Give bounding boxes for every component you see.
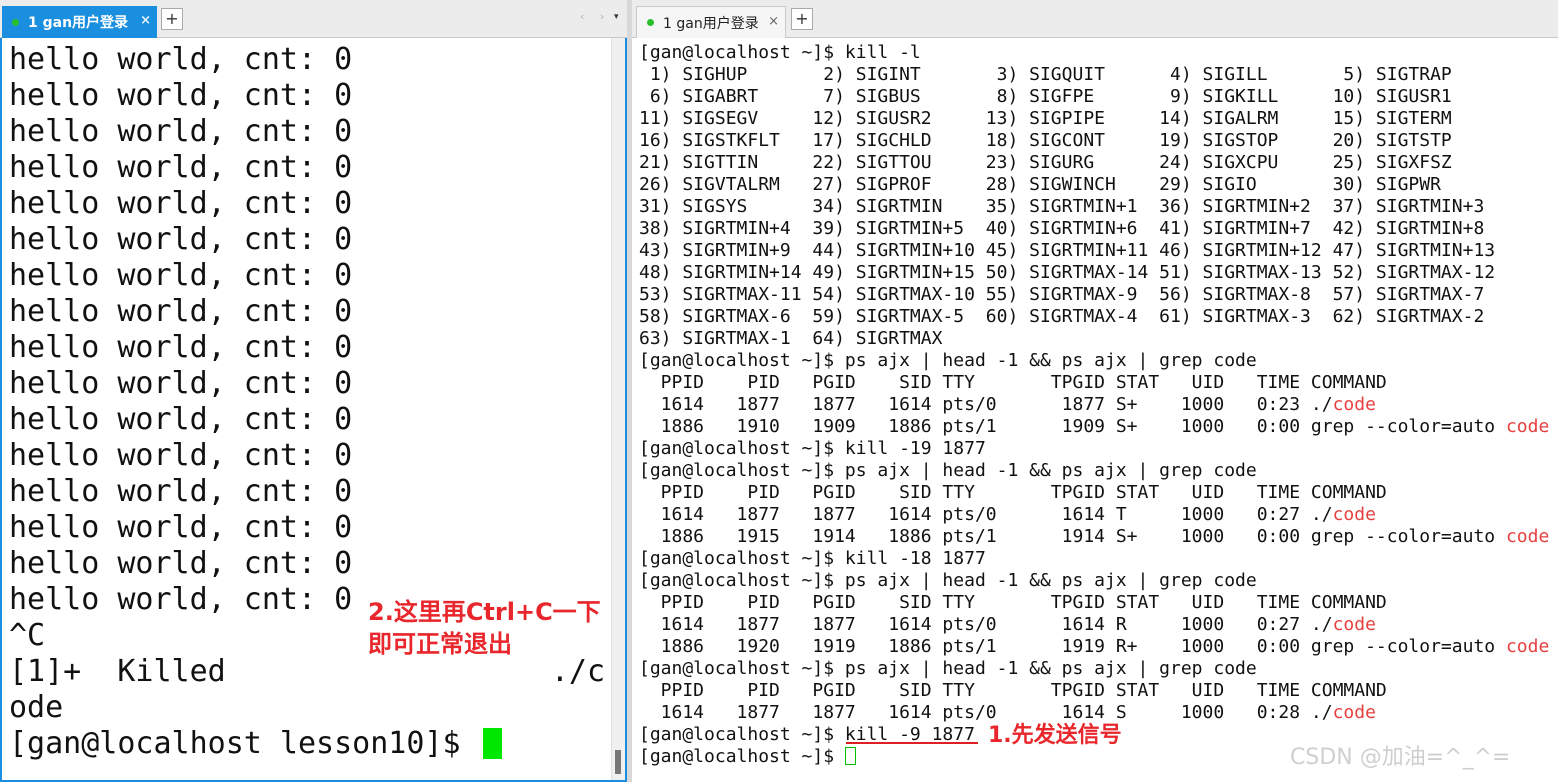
annotation-line: 2.这里再Ctrl+C一下 <box>368 598 601 626</box>
terminal-line: [gan@localhost ~]$ ps ajx | head -1 && p… <box>639 460 1257 481</box>
terminal-line: 1886 1915 1914 1886 pts/1 1914 S+ 1000 0… <box>639 526 1550 548</box>
terminal-line: 1614 1877 1877 1614 pts/0 1614 R 1000 0:… <box>639 614 1549 636</box>
match-highlight: code <box>1332 504 1376 525</box>
terminal-line: 26) SIGVTALRM 27) SIGPROF 28) SIGWINCH 2… <box>639 174 1441 195</box>
terminal-line: hello world, cnt: 0 <box>9 294 353 329</box>
terminal-line: hello world, cnt: 0 <box>9 330 353 365</box>
terminal-line: 63) SIGRTMAX-1 64) SIGRTMAX <box>639 328 943 349</box>
annotation-send-signal: 1.先发送信号 <box>988 723 1122 748</box>
terminal-line: 1614 1877 1877 1614 pts/0 1877 S+ 1000 0… <box>639 394 1549 416</box>
match-highlight: code <box>1332 614 1376 635</box>
terminal-line: hello world, cnt: 0 <box>9 42 353 77</box>
left-tabbar: 1 gan用户登录 × + ‹ › ▾ <box>0 0 627 38</box>
terminal-line: 16) SIGSTKFLT 17) SIGCHLD 18) SIGCONT 19… <box>639 130 1452 151</box>
connected-status-icon <box>12 18 19 26</box>
terminal-line: 48) SIGRTMIN+14 49) SIGRTMIN+15 50) SIGR… <box>639 262 1496 283</box>
terminal-line: [gan@localhost ~]$ kill -18 1877 <box>639 548 986 569</box>
terminal-line: hello world, cnt: 0 <box>9 510 353 545</box>
close-tab-icon[interactable]: × <box>768 14 779 29</box>
terminal-line: hello world, cnt: 0 <box>9 78 353 113</box>
left-terminal[interactable]: hello world, cnt: 0 hello world, cnt: 0 he… <box>0 38 627 782</box>
tab-label: 1 gan用户登录 <box>663 15 759 32</box>
terminal-line: 1) SIGHUP 2) SIGINT 3) SIGQUIT 4) SIGILL… <box>639 64 1452 85</box>
terminal-line: 21) SIGTTIN 22) SIGTTOU 23) SIGURG 24) S… <box>639 152 1452 173</box>
terminal-line: 58) SIGRTMAX-6 59) SIGRTMAX-5 60) SIGRTM… <box>639 306 1485 327</box>
line-text: 1614 1877 1877 1614 pts/0 1614 S 1000 0:… <box>639 702 1333 723</box>
terminal-line: hello world, cnt: 0 <box>9 114 353 149</box>
terminal-line: 53) SIGRTMAX-11 54) SIGRTMAX-10 55) SIGR… <box>639 284 1485 305</box>
terminal-output: [gan@localhost ~]$ kill -l 1) SIGHUP 2) … <box>639 42 1549 768</box>
close-tab-icon[interactable]: × <box>140 13 151 28</box>
scrollbar-thumb[interactable] <box>615 750 621 774</box>
chevron-down-icon[interactable]: ▾ <box>614 12 619 22</box>
watermark: CSDN @加油=^_^= <box>1290 745 1511 770</box>
terminal-line: PPID PID PGID SID TTY TPGID STAT UID TIM… <box>639 482 1387 503</box>
terminal-line: [gan@localhost ~]$ kill -l <box>639 42 921 63</box>
terminal-line: ode <box>9 690 64 725</box>
match-highlight: code <box>1505 636 1550 657</box>
line-text: 1614 1877 1877 1614 pts/0 1877 S+ 1000 0… <box>639 394 1333 415</box>
match-highlight: code <box>1505 526 1550 547</box>
cursor <box>844 747 856 765</box>
terminal-line: hello world, cnt: 0 <box>9 150 353 185</box>
line-text: 1886 1910 1909 1886 pts/1 1909 S+ 1000 0… <box>639 416 1506 437</box>
annotation-ctrl-c: 2.这里再Ctrl+C一下 即可正常退出 <box>368 596 601 660</box>
terminal-line: hello world, cnt: 0 <box>9 474 353 509</box>
terminal-line: 38) SIGRTMIN+4 39) SIGRTMIN+5 40) SIGRTM… <box>639 218 1485 239</box>
terminal-line: hello world, cnt: 0 <box>9 366 353 401</box>
terminal-line: 11) SIGSEGV 12) SIGUSR2 13) SIGPIPE 14) … <box>639 108 1452 129</box>
terminal-line: [gan@localhost ~]$ ps ajx | head -1 && p… <box>639 570 1257 591</box>
terminal-line: 31) SIGSYS 34) SIGRTMIN 35) SIGRTMIN+1 3… <box>639 196 1485 217</box>
add-tab-button[interactable]: + <box>161 8 183 30</box>
terminal-line: [gan@localhost ~]$ kill -19 1877 <box>639 438 986 459</box>
terminal-line: 1886 1910 1909 1886 pts/1 1909 S+ 1000 0… <box>639 416 1550 438</box>
line-text: 1886 1920 1919 1886 pts/1 1919 R+ 1000 0… <box>639 636 1506 657</box>
terminal-line: hello world, cnt: 0 <box>9 546 353 581</box>
terminal-line: 1614 1877 1877 1614 pts/0 1614 T 1000 0:… <box>639 504 1549 526</box>
terminal-line: [gan@localhost ~]$ ps ajx | head -1 && p… <box>639 350 1257 371</box>
terminal-line: 6) SIGABRT 7) SIGBUS 8) SIGFPE 9) SIGKIL… <box>639 86 1452 107</box>
line-text: 1614 1877 1877 1614 pts/0 1614 T 1000 0:… <box>639 504 1333 525</box>
tab-session-right[interactable]: 1 gan用户登录 × <box>636 6 786 38</box>
terminal-line: [gan@localhost ~]$ ps ajx | head -1 && p… <box>639 658 1257 679</box>
terminal-prompt-line: [gan@localhost lesson10]$ <box>9 726 605 762</box>
tab-session-left[interactable]: 1 gan用户登录 × <box>2 6 157 38</box>
terminal-line: hello world, cnt: 0 <box>9 438 353 473</box>
right-terminal[interactable]: [gan@localhost ~]$ kill -l 1) SIGHUP 2) … <box>632 39 1558 782</box>
terminal-line: hello world, cnt: 0 <box>9 222 353 257</box>
terminal-line: 43) SIGRTMIN+9 44) SIGRTMIN+10 45) SIGRT… <box>639 240 1496 261</box>
terminal-line: hello world, cnt: 0 <box>9 258 353 293</box>
terminal-line: 1886 1920 1919 1886 pts/1 1919 R+ 1000 0… <box>639 636 1550 658</box>
terminal-line: hello world, cnt: 0 <box>9 186 353 221</box>
line-text: 1614 1877 1877 1614 pts/0 1614 R 1000 0:… <box>639 614 1333 635</box>
annotation-underline <box>846 742 978 744</box>
match-highlight: code <box>1505 416 1550 437</box>
line-text: 1886 1915 1914 1886 pts/1 1914 S+ 1000 0… <box>639 526 1506 547</box>
match-highlight: code <box>1332 702 1376 723</box>
add-tab-button[interactable]: + <box>791 8 813 30</box>
match-highlight: code <box>1332 394 1376 415</box>
terminal-line: hello world, cnt: 0 <box>9 402 353 437</box>
terminal-line: PPID PID PGID SID TTY TPGID STAT UID TIM… <box>639 680 1387 701</box>
tab-nav-arrows-icon[interactable]: ‹ › <box>580 10 610 23</box>
terminal-line: PPID PID PGID SID TTY TPGID STAT UID TIM… <box>639 372 1387 393</box>
annotation-line: 即可正常退出 <box>368 630 512 658</box>
cursor <box>482 728 502 759</box>
connected-status-icon <box>647 19 654 26</box>
right-tabbar: 1 gan用户登录 × + <box>632 0 1558 38</box>
tab-label: 1 gan用户登录 <box>28 15 129 31</box>
terminal-line: PPID PID PGID SID TTY TPGID STAT UID TIM… <box>639 592 1387 613</box>
terminal-line: 1614 1877 1877 1614 pts/0 1614 S 1000 0:… <box>639 702 1549 724</box>
prompt-text: [gan@localhost lesson10]$ <box>9 726 479 761</box>
scrollbar[interactable] <box>611 38 625 780</box>
